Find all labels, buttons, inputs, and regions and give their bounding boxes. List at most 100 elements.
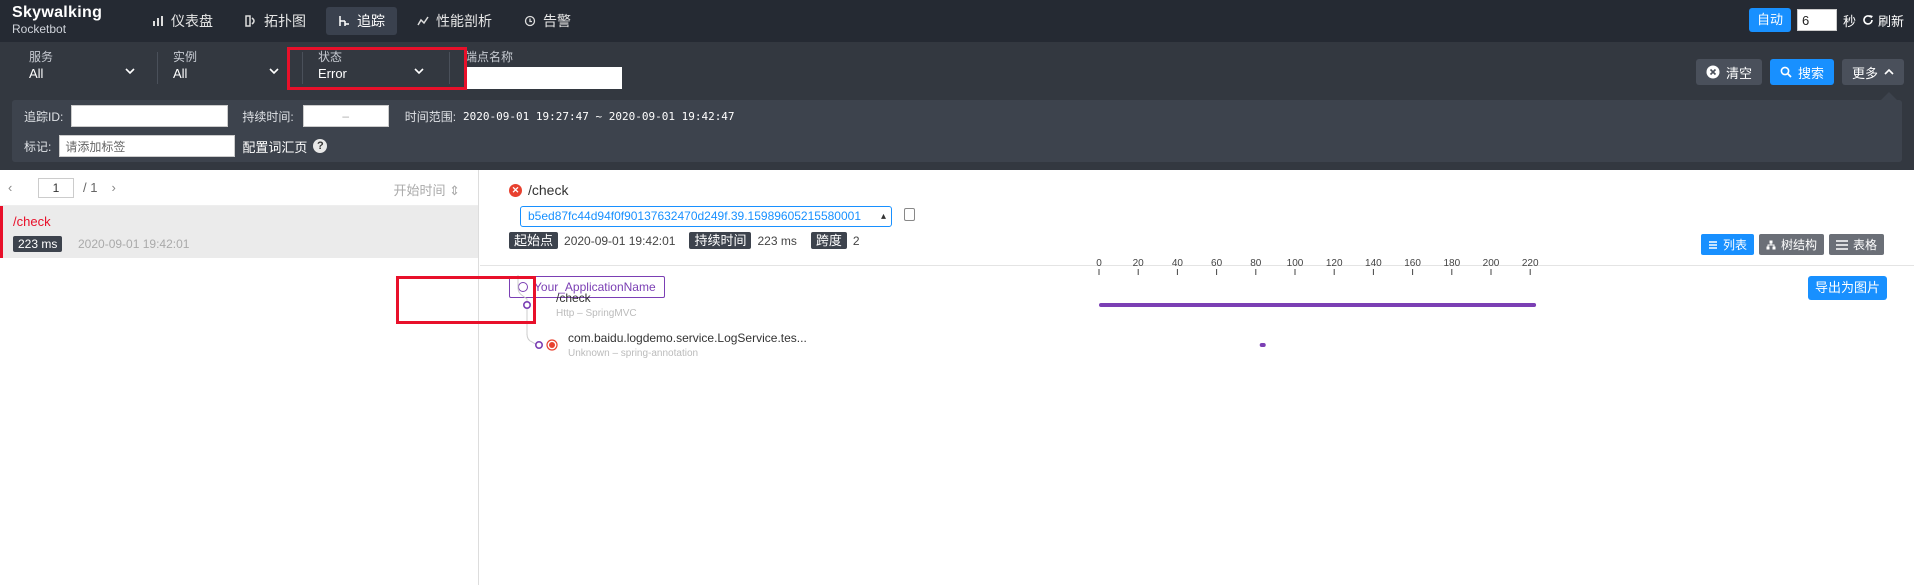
logo-title: Skywalking xyxy=(12,4,103,21)
page-input[interactable]: 1 xyxy=(38,177,74,198)
seconds-label: 秒 xyxy=(1842,13,1856,29)
span-bar[interactable] xyxy=(1259,343,1266,347)
dashboard-icon xyxy=(153,16,163,26)
axis-tick-label: 40 xyxy=(1172,258,1184,269)
help-icon[interactable]: ? xyxy=(313,139,328,153)
annotation-highlight-box xyxy=(396,276,536,324)
total-pages: / 1 xyxy=(83,180,98,195)
error-span-dot-icon xyxy=(549,342,555,348)
endpoint-label: 端点名称 xyxy=(465,50,514,64)
nav-profile[interactable]: 性能剖析 xyxy=(405,7,504,35)
advanced-row-1: 追踪ID: 持续时间: – 时间范围: 2020-09-01 19:27:47 … xyxy=(24,105,735,127)
alarm-icon xyxy=(524,15,536,27)
axis-tick-label: 200 xyxy=(1483,258,1500,269)
span-component: Http – SpringMVC xyxy=(556,308,637,319)
more-panel-caret xyxy=(1881,92,1897,100)
trace-list-panel: ‹ 1 / 1 › 开始时间 ⇕ /check 223 ms 2020-09-0… xyxy=(0,170,479,585)
trace-item-name: /check xyxy=(13,214,51,229)
search-label: 搜索 xyxy=(1797,65,1824,81)
trace-item-duration: 223 ms xyxy=(13,236,63,252)
axis-tick-label: 160 xyxy=(1404,258,1421,269)
span-bars xyxy=(1099,303,1537,347)
span-name[interactable]: com.baidu.logdemo.service.LogService.tes… xyxy=(568,331,807,345)
refresh-controls: 自动 秒 刷新 xyxy=(1748,8,1904,32)
divider xyxy=(157,52,158,84)
nav-alarm-label: 告警 xyxy=(543,13,571,29)
advanced-row-2: 标记: 请添加标签 配置词汇页 ? xyxy=(24,135,328,157)
sort-icon: ⇕ xyxy=(449,183,460,198)
trace-timeline: 0 20 40 60 80 100 120 140 160 180 200 220 xyxy=(517,258,1539,351)
endpoint-input[interactable] xyxy=(466,67,622,89)
trace-item-time: 2020-09-01 19:42:01 xyxy=(78,237,190,251)
auto-refresh-button[interactable]: 自动 xyxy=(1748,8,1791,32)
chevron-right-icon[interactable]: › xyxy=(111,180,121,195)
time-range-label: 时间范围: xyxy=(404,109,457,124)
logo[interactable]: Skywalking Rocketbot xyxy=(12,4,122,40)
nav-topology[interactable]: 拓扑图 xyxy=(233,7,318,35)
filter-bar: 服务 All 实例 All 状态 Error 端点名称 清空 搜索 更多 追踪I… xyxy=(0,42,1914,170)
axis-tick-label: 100 xyxy=(1287,258,1304,269)
pagination: ‹ 1 / 1 › 开始时间 ⇕ xyxy=(0,170,478,206)
span-node-icon xyxy=(534,341,543,350)
clear-label: 清空 xyxy=(1725,65,1752,81)
more-button[interactable]: 更多 xyxy=(1841,59,1904,85)
profile-icon xyxy=(417,16,429,26)
span-bar[interactable] xyxy=(1099,303,1537,307)
advanced-filter-panel: 追踪ID: 持续时间: – 时间范围: 2020-09-01 19:27:47 … xyxy=(12,100,1902,162)
tags-placeholder: 请添加标签 xyxy=(65,139,126,154)
axis-tick-label: 140 xyxy=(1365,258,1382,269)
logo-subtitle: Rocketbot xyxy=(12,22,67,36)
refresh-label: 刷新 xyxy=(1877,13,1904,29)
axis-tick-label: 60 xyxy=(1211,258,1223,269)
time-range-value[interactable]: 2020-09-01 19:27:47 ~ 2020-09-01 19:42:4… xyxy=(463,110,735,123)
filter-actions: 清空 搜索 更多 xyxy=(1695,59,1904,85)
service-select[interactable]: 服务 All xyxy=(29,50,141,86)
service-label: 服务 xyxy=(29,50,54,64)
interval-input[interactable] xyxy=(1796,9,1837,31)
axis-tick-label: 80 xyxy=(1250,258,1262,269)
axis-tick-label: 120 xyxy=(1326,258,1343,269)
trace-list-item[interactable]: /check 223 ms 2020-09-01 19:42:01 xyxy=(0,206,478,258)
nav-profile-label: 性能剖析 xyxy=(436,13,492,29)
trace-id-label: 追踪ID: xyxy=(24,109,64,124)
tags-label: 标记: xyxy=(24,139,52,154)
config-tags-link[interactable]: 配置词汇页 xyxy=(242,137,307,156)
clear-button[interactable]: 清空 xyxy=(1695,59,1762,85)
trace-id-input[interactable] xyxy=(71,105,229,127)
topology-icon xyxy=(245,15,255,27)
chevron-down-icon xyxy=(269,68,279,75)
axis-tick-label: 0 xyxy=(1096,258,1102,269)
trace-icon xyxy=(339,16,349,26)
nav-trace-label: 追踪 xyxy=(357,13,385,29)
instance-select[interactable]: 实例 All xyxy=(173,50,285,86)
top-nav-bar: Skywalking Rocketbot 仪表盘 拓扑图 追踪 性能剖析 告警 … xyxy=(0,0,1914,42)
axis-tick-label: 20 xyxy=(1133,258,1145,269)
nav-trace[interactable]: 追踪 xyxy=(326,7,397,35)
more-label: 更多 xyxy=(1851,65,1878,81)
chevron-left-icon[interactable]: ‹ xyxy=(8,180,18,195)
tags-input[interactable]: 请添加标签 xyxy=(59,135,236,157)
duration-separator: – xyxy=(342,109,350,123)
time-axis: 0 20 40 60 80 100 120 140 160 180 200 220 xyxy=(1096,258,1539,275)
trace-detail-panel: ✕ /check b5ed87fc44d94f0f90137632470d249… xyxy=(396,170,1914,585)
nav-dashboard[interactable]: 仪表盘 xyxy=(140,7,225,35)
axis-tick-label: 180 xyxy=(1443,258,1460,269)
span-component: Unknown – spring-annotation xyxy=(568,348,699,359)
span-name[interactable]: /check xyxy=(556,291,591,305)
search-button[interactable]: 搜索 xyxy=(1769,59,1834,85)
search-icon xyxy=(1780,66,1792,78)
sort-by-start-time[interactable]: 开始时间 ⇕ xyxy=(393,180,460,199)
nav-topology-label: 拓扑图 xyxy=(264,13,306,29)
refresh-icon xyxy=(1863,15,1873,25)
refresh-button[interactable]: 刷新 xyxy=(1862,11,1904,30)
axis-tick-label: 220 xyxy=(1522,258,1539,269)
annotation-highlight-box xyxy=(287,47,467,90)
main-nav: 仪表盘 拓扑图 追踪 性能剖析 告警 xyxy=(140,7,583,35)
chevron-up-icon xyxy=(1884,68,1894,75)
close-circle-icon xyxy=(1706,65,1720,79)
nav-alarm[interactable]: 告警 xyxy=(512,7,583,35)
instance-label: 实例 xyxy=(173,50,198,64)
chevron-down-icon xyxy=(125,68,135,75)
duration-input[interactable]: – xyxy=(302,105,389,127)
duration-label: 持续时间: xyxy=(242,109,294,124)
